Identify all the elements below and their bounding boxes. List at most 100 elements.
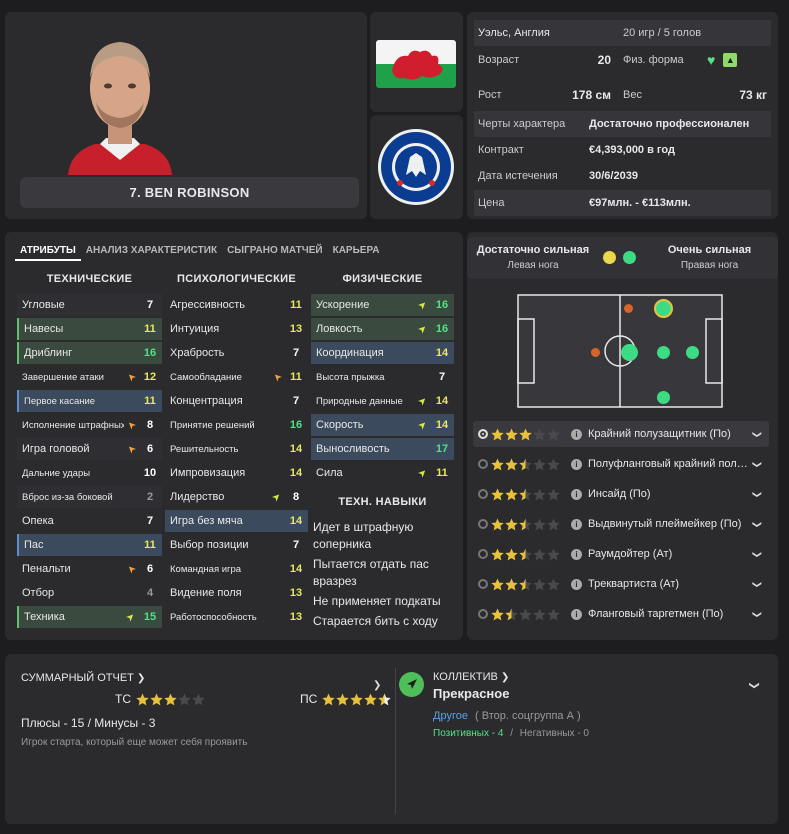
role-row[interactable]: i Раумдойтер (Ат) ❯ <box>473 541 769 567</box>
info-icon[interactable]: i <box>571 578 582 590</box>
trait-item[interactable]: Старается бить с ходу <box>313 613 453 630</box>
attribute-row[interactable]: Игра головой ➤ 6 <box>17 438 162 460</box>
star-empty-icon <box>192 693 205 706</box>
collective-collapse-icon[interactable]: ❯ <box>749 681 760 689</box>
attribute-row[interactable]: Дриблинг 16 <box>17 342 162 364</box>
chevron-down-icon[interactable]: ❯ <box>752 456 763 472</box>
attribute-row[interactable]: Игра без мяча 14 <box>165 510 308 532</box>
role-row[interactable]: i Выдвинутый плеймейкер (По) ❯ <box>473 511 769 537</box>
attribute-row[interactable]: Командная игра 14 <box>165 558 308 580</box>
nation-label[interactable]: Уэльс, Англия <box>474 27 619 39</box>
report-collapse-icon[interactable]: ❯ <box>373 680 381 691</box>
attribute-row[interactable]: Выбор позиции 7 <box>165 534 308 556</box>
position-dot-am-c[interactable] <box>657 346 670 359</box>
tab-career[interactable]: КАРЬЕРА <box>328 241 385 261</box>
position-dot-am-r[interactable] <box>654 299 673 318</box>
chevron-down-icon[interactable]: ❯ <box>752 576 763 592</box>
info-icon[interactable]: i <box>571 518 582 530</box>
tab-attributes[interactable]: АТРИБУТЫ <box>15 241 81 261</box>
attribute-row[interactable]: Скорость ➤ 14 <box>311 414 454 436</box>
role-row[interactable]: i Полуфланговый крайний полу… ❯ <box>473 451 769 477</box>
role-radio[interactable] <box>478 519 488 529</box>
position-dot-mc-r[interactable] <box>624 304 633 313</box>
tab-matches[interactable]: СЫГРАНО МАТЧЕЙ <box>222 241 328 261</box>
attribute-row[interactable]: Отбор 4 <box>17 582 162 604</box>
info-icon[interactable]: i <box>571 488 582 500</box>
personality-value[interactable]: Достаточно профессионален <box>589 118 749 130</box>
collective-title[interactable]: КОЛЛЕКТИВ ❯ <box>433 671 509 683</box>
attribute-row[interactable]: Сила ➤ 11 <box>311 462 454 484</box>
attribute-row[interactable]: Техника ➤ 15 <box>17 606 162 628</box>
report-title[interactable]: СУММАРНЫЙ ОТЧЕТ ❯ <box>21 672 145 684</box>
attribute-row[interactable]: Пас 11 <box>17 534 162 556</box>
attribute-value: 7 <box>292 347 300 359</box>
attribute-row[interactable]: Лидерство ➤ 8 <box>165 486 308 508</box>
social-group-link[interactable]: Другое <box>433 710 468 722</box>
role-radio[interactable] <box>478 609 488 619</box>
chevron-down-icon[interactable]: ❯ <box>752 516 763 532</box>
attribute-row[interactable]: Агрессивность 11 <box>165 294 308 316</box>
trait-item[interactable]: Не применяет подкаты <box>313 593 453 610</box>
attribute-row[interactable]: Принятие решений 16 <box>165 414 308 436</box>
position-dot-m-center[interactable] <box>621 344 638 361</box>
info-icon[interactable]: i <box>571 428 582 440</box>
height-row: Рост 178 см Вес 73 кг <box>474 82 771 108</box>
attribute-row[interactable]: Видение поля 13 <box>165 582 308 604</box>
role-row[interactable]: i Крайний полузащитник (По) ❯ <box>473 421 769 447</box>
chevron-down-icon[interactable]: ❯ <box>752 606 763 622</box>
role-radio[interactable] <box>478 429 488 439</box>
attribute-row[interactable]: Импровизация 14 <box>165 462 308 484</box>
attribute-row[interactable]: Навесы 11 <box>17 318 162 340</box>
chevron-down-icon[interactable]: ❯ <box>752 486 763 502</box>
role-radio[interactable] <box>478 579 488 589</box>
chevron-down-icon[interactable]: ❯ <box>752 546 763 562</box>
attribute-row[interactable]: Пенальти ➤ 6 <box>17 558 162 580</box>
position-dot-am-l[interactable] <box>657 391 670 404</box>
star-full-icon <box>505 488 518 501</box>
info-icon[interactable]: i <box>571 548 582 560</box>
role-row[interactable]: i Инсайд (По) ❯ <box>473 481 769 507</box>
attribute-row[interactable]: Опека 7 <box>17 510 162 532</box>
role-radio[interactable] <box>478 549 488 559</box>
attribute-row[interactable]: Выносливость 17 <box>311 438 454 460</box>
attribute-value: 11 <box>290 371 302 383</box>
attribute-row[interactable]: Ускорение ➤ 16 <box>311 294 454 316</box>
tab-analysis[interactable]: АНАЛИЗ ХАРАКТЕРИСТИК <box>81 241 222 261</box>
attribute-row[interactable]: Концентрация 7 <box>165 390 308 412</box>
role-row[interactable]: i Фланговый таргетмен (По) ❯ <box>473 601 769 627</box>
attribute-row[interactable]: Храбрость 7 <box>165 342 308 364</box>
chevron-down-icon[interactable]: ❯ <box>752 426 763 442</box>
info-icon[interactable]: i <box>571 458 582 470</box>
role-radio[interactable] <box>478 489 488 499</box>
attribute-row[interactable]: Высота прыжка 7 <box>311 366 454 388</box>
info-icon[interactable]: i <box>571 608 582 620</box>
positive-count: Позитивных - 4 <box>433 728 504 739</box>
attribute-row[interactable]: Вброс из-за боковой 2 <box>17 486 162 508</box>
position-dot-st[interactable] <box>686 346 699 359</box>
attribute-row[interactable]: Исполнение штрафных ➤ 8 <box>17 414 162 436</box>
trait-item[interactable]: Идет в штрафную соперника <box>313 519 453 553</box>
chelsea-crest-icon[interactable] <box>376 127 456 207</box>
attribute-value: 16 <box>143 347 157 359</box>
attribute-row[interactable]: Первое касание 11 <box>17 390 162 412</box>
role-radio[interactable] <box>478 459 488 469</box>
star-full-icon <box>491 428 504 441</box>
left-foot-label: Левая нога <box>507 260 559 271</box>
star-full-icon <box>350 693 363 706</box>
wales-flag-icon[interactable] <box>376 40 456 88</box>
attribute-row[interactable]: Дальние удары 10 <box>17 462 162 484</box>
attribute-row[interactable]: Природные данные ➤ 14 <box>311 390 454 412</box>
attribute-row[interactable]: Работоспособность 13 <box>165 606 308 628</box>
position-dot-dm[interactable] <box>591 348 600 357</box>
attribute-row[interactable]: Ловкость ➤ 16 <box>311 318 454 340</box>
attribute-row[interactable]: Угловые 7 <box>17 294 162 316</box>
attribute-row[interactable]: Координация 14 <box>311 342 454 364</box>
role-row[interactable]: i Треквартиста (Ат) ❯ <box>473 571 769 597</box>
trait-item[interactable]: Пытается отдать пас вразрез <box>313 556 453 590</box>
attribute-row[interactable]: Завершение атаки ➤ 12 <box>17 366 162 388</box>
star-empty-icon <box>533 488 546 501</box>
attribute-row[interactable]: Интуиция 13 <box>165 318 308 340</box>
attribute-row[interactable]: Самообладание ➤ 11 <box>165 366 308 388</box>
attribute-row[interactable]: Решительность 14 <box>165 438 308 460</box>
star-full-icon <box>505 578 518 591</box>
